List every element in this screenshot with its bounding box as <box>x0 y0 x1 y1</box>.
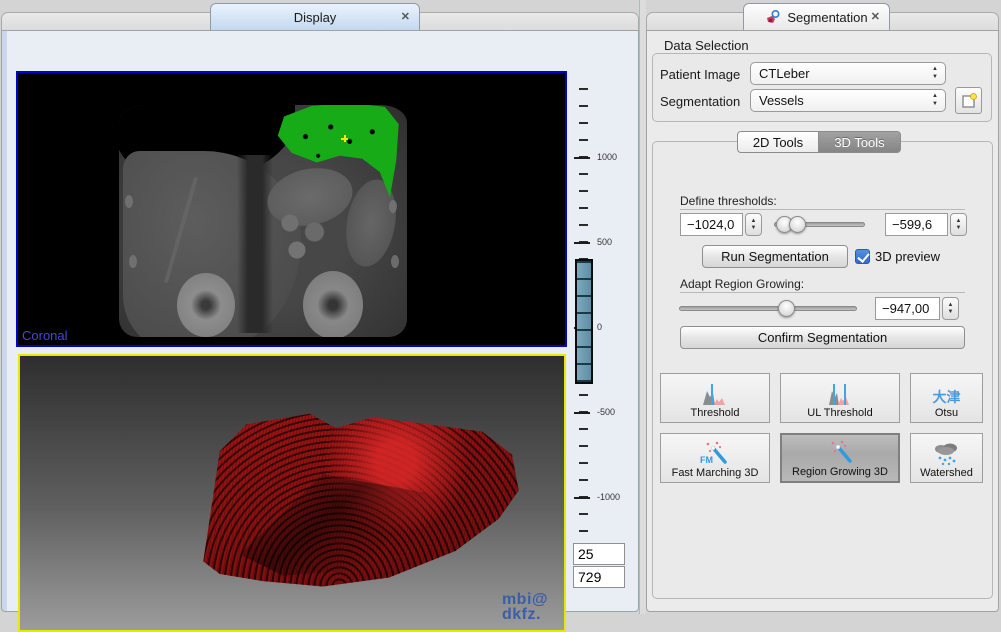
rib <box>389 200 397 213</box>
otsu-kanji-icon: 大津 <box>933 381 961 407</box>
adapt-region-growing-label: Adapt Region Growing: <box>680 277 804 291</box>
tool-otsu[interactable]: 大津 Otsu <box>910 373 983 423</box>
tab-display-label: Display <box>294 10 337 25</box>
tab-3d-tools[interactable]: 3D Tools <box>819 131 901 153</box>
level-value-field[interactable]: 25 <box>573 543 625 565</box>
level-window-tick-label: 0 <box>597 322 602 332</box>
window-value-field[interactable]: 729 <box>573 566 625 588</box>
tool-ul-threshold[interactable]: UL Threshold <box>780 373 900 423</box>
left-kidney-region <box>177 273 235 337</box>
tab-display-close-icon[interactable]: ✕ <box>401 10 410 23</box>
tool-region-growing-3d[interactable]: Region Growing 3D <box>780 433 900 483</box>
tab-2d-tools[interactable]: 2D Tools <box>737 131 819 153</box>
spine-region <box>237 155 273 333</box>
run-segmentation-button[interactable]: Run Segmentation <box>702 245 848 268</box>
histogram-two-lines-icon <box>825 381 855 407</box>
tab-segmentation-label: Segmentation <box>787 10 867 25</box>
rib <box>129 255 137 268</box>
pane-splitter[interactable] <box>639 0 646 614</box>
region-growing-spinner[interactable]: ▲ ▼ <box>942 297 959 320</box>
level-window-major-tick <box>574 412 590 414</box>
lower-threshold-field[interactable]: −1024,0 <box>680 213 743 236</box>
level-window-tick-label: 500 <box>597 237 612 247</box>
mitk-workbench: Display ✕ Coronal <box>0 0 1001 614</box>
3d-preview-checkbox[interactable] <box>855 249 870 264</box>
combobox-arrows-icon: ▲▼ <box>929 92 941 108</box>
level-window-tick-label: -1000 <box>597 492 620 502</box>
segmentation-select-label: Segmentation <box>660 94 740 109</box>
coronal-render-window[interactable]: Coronal <box>16 71 567 347</box>
new-segmentation-icon <box>961 93 977 109</box>
display-pane-body: Coronal mbi@ dkfz. 10005000-500-1000 25 … <box>1 30 639 612</box>
seed-point-marker <box>341 135 348 142</box>
tool-watershed[interactable]: Watershed <box>910 433 983 483</box>
segmentation-combobox[interactable]: Vessels ▲▼ <box>750 89 946 112</box>
magic-wand-fm-icon: FM <box>698 441 732 467</box>
region-growing-handle[interactable] <box>778 300 795 317</box>
right-kidney-region <box>303 271 363 337</box>
divider <box>680 209 965 210</box>
magic-wand-icon <box>823 440 857 466</box>
confirm-segmentation-button[interactable]: Confirm Segmentation <box>680 326 965 349</box>
data-selection-label: Data Selection <box>664 38 749 53</box>
rib <box>391 255 399 268</box>
level-window-tick-label: -500 <box>597 407 615 417</box>
level-window-range-handle[interactable] <box>575 259 593 384</box>
level-window-widget: 1000 500 0 -500 -1000 <box>570 71 632 576</box>
tab-display[interactable]: Display ✕ <box>210 3 420 30</box>
patient-image-combobox[interactable]: CTLeber ▲▼ <box>750 62 946 85</box>
threshold-upper-handle[interactable] <box>789 216 806 233</box>
level-window-major-tick <box>574 497 590 499</box>
tab-segmentation-close-icon[interactable]: ✕ <box>871 10 880 23</box>
divider <box>680 292 965 293</box>
3d-render-window[interactable]: mbi@ dkfz. <box>18 354 566 632</box>
tool-fast-marching-3d[interactable]: FM Fast Marching 3D <box>660 433 770 483</box>
3d-preview-label: 3D preview <box>875 249 940 264</box>
mbi-dkfz-logo: mbi@ dkfz. <box>502 592 548 622</box>
lower-threshold-spinner[interactable]: ▲ ▼ <box>745 213 762 236</box>
define-thresholds-label: Define thresholds: <box>680 194 777 208</box>
segmentation-icon <box>765 9 781 25</box>
rain-cloud-icon <box>931 441 963 467</box>
region-growing-value-field[interactable]: −947,00 <box>875 297 940 320</box>
rib <box>125 195 133 208</box>
tool-threshold[interactable]: Threshold <box>660 373 770 423</box>
histogram-one-line-icon <box>700 381 730 407</box>
tab-segmentation[interactable]: Segmentation ✕ <box>743 3 890 30</box>
combobox-arrows-icon: ▲▼ <box>929 65 941 81</box>
segmentation-pane-body: Data Selection Patient Image CTLeber ▲▼ … <box>646 30 999 612</box>
view-orientation-label: Coronal <box>22 328 68 343</box>
patient-image-label: Patient Image <box>660 67 740 82</box>
level-window-major-tick <box>574 157 590 159</box>
threshold-range-slider[interactable] <box>774 222 865 227</box>
new-segmentation-button[interactable] <box>955 87 982 114</box>
level-window-tick-label: 1000 <box>597 152 617 162</box>
upper-threshold-field[interactable]: −599,6 <box>885 213 948 236</box>
level-window-major-tick <box>574 242 590 244</box>
bowel-region <box>269 205 339 265</box>
svg-text:FM: FM <box>700 455 713 465</box>
region-growing-slider[interactable] <box>679 306 857 311</box>
upper-threshold-spinner[interactable]: ▲ ▼ <box>950 213 967 236</box>
ct-slice-image <box>119 105 407 337</box>
